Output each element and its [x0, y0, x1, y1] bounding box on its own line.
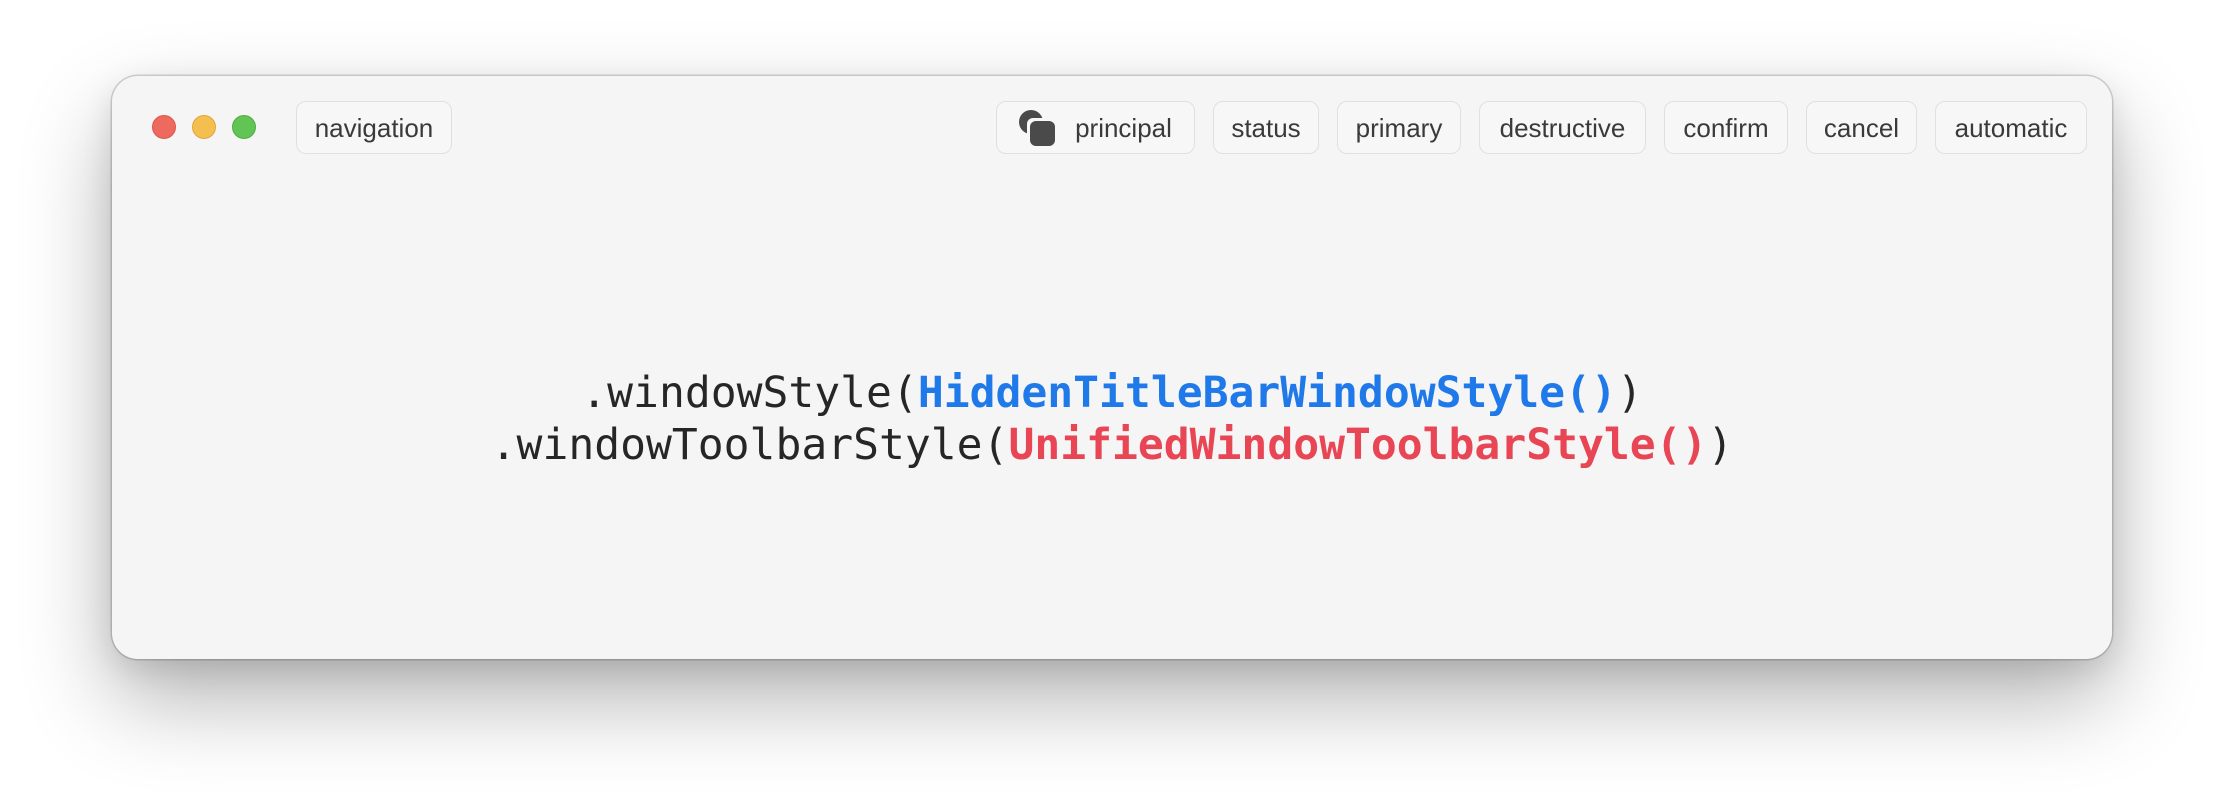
app-window: navigation principal status primary dest…	[112, 76, 2112, 659]
windows-stack-icon	[1019, 109, 1056, 146]
code-line1-prefix: .windowStyle(	[581, 368, 918, 418]
close-window-button[interactable]	[152, 115, 176, 139]
code-snippet: .windowStyle(HiddenTitleBarWindowStyle()…	[112, 367, 2112, 471]
zoom-window-button[interactable]	[232, 115, 256, 139]
cancel-label: cancel	[1823, 112, 1900, 143]
minimize-window-button[interactable]	[192, 115, 216, 139]
navigation-label: navigation	[314, 112, 434, 143]
destructive-label: destructive	[1499, 112, 1626, 143]
automatic-button[interactable]: automatic	[1935, 101, 2087, 154]
destructive-button[interactable]: destructive	[1479, 101, 1646, 154]
status-button[interactable]: status	[1213, 101, 1319, 154]
principal-button[interactable]: principal	[996, 101, 1195, 154]
code-line1-value: HiddenTitleBarWindowStyle()	[917, 368, 1617, 418]
primary-label: primary	[1355, 112, 1443, 143]
confirm-button[interactable]: confirm	[1664, 101, 1788, 154]
code-line2-value: UnifiedWindowToolbarStyle()	[1008, 420, 1708, 470]
navigation-button[interactable]: navigation	[296, 101, 452, 154]
code-line-toolbar-style: .windowToolbarStyle(UnifiedWindowToolbar…	[112, 419, 2112, 471]
automatic-label: automatic	[1954, 112, 2068, 143]
code-line2-prefix: .windowToolbarStyle(	[490, 420, 1009, 470]
status-label: status	[1231, 112, 1301, 143]
principal-label: principal	[1075, 112, 1172, 143]
primary-button[interactable]: primary	[1337, 101, 1461, 154]
code-line2-suffix: )	[1707, 420, 1734, 470]
code-line1-suffix: )	[1616, 368, 1643, 418]
cancel-button[interactable]: cancel	[1806, 101, 1917, 154]
code-line-window-style: .windowStyle(HiddenTitleBarWindowStyle()…	[112, 367, 2112, 419]
confirm-label: confirm	[1683, 112, 1769, 143]
